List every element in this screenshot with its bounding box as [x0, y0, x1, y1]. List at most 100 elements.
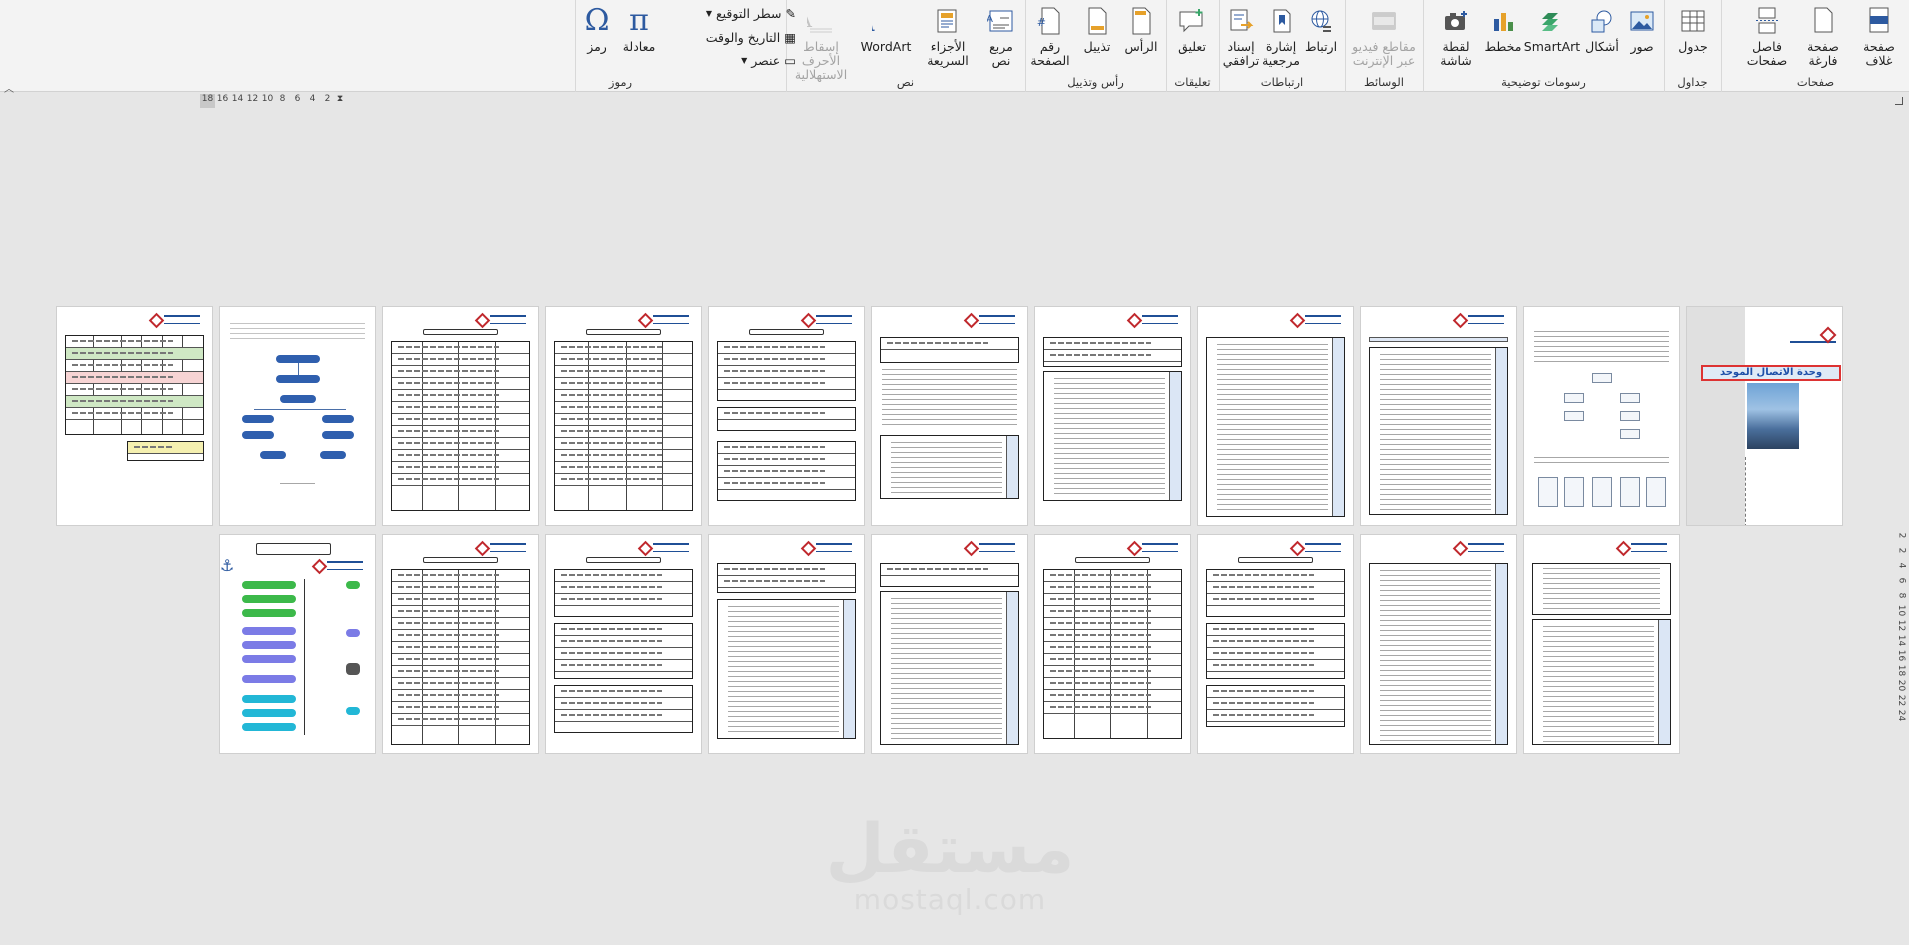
pictures-button[interactable]: صور	[1625, 4, 1659, 54]
footer-icon	[1080, 4, 1114, 38]
footer-button[interactable]: تذييل	[1077, 4, 1117, 54]
document-page[interactable]	[1360, 534, 1517, 754]
symbol-button[interactable]: Ω رمز	[577, 4, 617, 54]
company-logo	[1142, 543, 1178, 552]
page-text-block	[882, 369, 1017, 429]
collapse-ribbon-icon[interactable]: ︿	[4, 80, 14, 95]
org-chart-box	[1646, 477, 1666, 507]
online-video-button[interactable]: مقاطع فيديو عبر الإنترنت	[1350, 4, 1418, 68]
link-button[interactable]: ارتباط	[1302, 4, 1340, 54]
document-page-cover[interactable]: وحدة الاتصال الموحد	[1686, 306, 1843, 526]
vertical-ruler[interactable]: 2 2 4 6 8 10 12 14 16 18 20 22 24	[1895, 530, 1907, 722]
procedure-table	[1206, 623, 1345, 679]
indent-marker-icon[interactable]: ⧗	[335, 94, 345, 108]
procedure-table	[1369, 563, 1508, 745]
cover-page-button[interactable]: صفحة غلاف	[1853, 4, 1905, 68]
table-side-header	[1495, 348, 1507, 514]
document-page[interactable]	[1197, 534, 1354, 754]
procedure-table	[1206, 337, 1345, 517]
ruler-tick: 12	[246, 94, 259, 104]
company-logo	[816, 315, 852, 324]
document-page[interactable]	[382, 534, 539, 754]
page-header	[721, 543, 852, 553]
drop-cap-button[interactable]: A إسقاط الأحرف الاستهلالية	[788, 4, 854, 82]
table-button[interactable]: جدول	[1670, 4, 1716, 54]
horizontal-ruler[interactable]: 18 16 14 12 10 8 6 4 2 ⧗	[200, 94, 345, 108]
document-page[interactable]	[545, 534, 702, 754]
blank-page-button[interactable]: صفحة فارغة	[1797, 4, 1849, 68]
document-page[interactable]	[545, 306, 702, 526]
camera-icon	[1439, 4, 1473, 38]
watermark-latin: mostaql.com	[853, 883, 1047, 916]
cross-reference-icon	[1224, 4, 1258, 38]
page-number-button[interactable]: # رقم الصفحة	[1027, 4, 1073, 68]
document-page[interactable]	[708, 534, 865, 754]
screenshot-button[interactable]: لقطة شاشة	[1431, 4, 1481, 68]
header-button[interactable]: الرأس	[1121, 4, 1161, 54]
object-button[interactable]: ▭ عنصر ▼	[741, 53, 796, 68]
text-box-button[interactable]: A مربع نص	[982, 4, 1020, 68]
comment-button[interactable]: تعليق	[1170, 4, 1214, 54]
company-logo	[1305, 315, 1341, 324]
anchor-icon[interactable]: ⚓	[220, 556, 234, 575]
document-page[interactable]	[708, 306, 865, 526]
document-page[interactable]	[871, 306, 1028, 526]
date-time-button[interactable]: ▦ التاريخ والوقت	[706, 30, 796, 45]
insert-ribbon: صفحة غلاف صفحة فارغة فاصل صفحات صفحات جد…	[0, 0, 1909, 95]
wordart-button[interactable]: A WordArt	[858, 4, 914, 54]
page-title-box	[423, 557, 498, 563]
page-title-box	[1238, 557, 1313, 563]
process-step	[346, 707, 360, 715]
equation-button[interactable]: π معادلة	[617, 4, 661, 54]
ruler-tick: 18	[1896, 664, 1907, 677]
page-title-box	[1075, 557, 1150, 563]
smartart-icon	[1535, 4, 1569, 38]
process-step	[242, 627, 296, 635]
document-page-matrix[interactable]	[56, 306, 213, 526]
text-box-icon: A	[984, 4, 1018, 38]
bookmark-button[interactable]: إشارة مرجعية	[1262, 4, 1300, 68]
procedure-table	[1369, 347, 1508, 515]
ruler-tick: 14	[1896, 634, 1907, 647]
org-chart-box	[1620, 477, 1640, 507]
table-side-header	[843, 600, 855, 738]
ruler-toggle-icon[interactable]	[1895, 97, 1903, 105]
group-tables: جدول جداول	[1664, 0, 1720, 92]
document-page[interactable]	[1360, 306, 1517, 526]
document-page[interactable]	[1197, 306, 1354, 526]
ruler-tick: 22	[1896, 694, 1907, 707]
group-comments: تعليق تعليقات	[1166, 0, 1218, 92]
building-photo	[1747, 383, 1799, 449]
procedure-table	[717, 441, 856, 501]
group-label-links: ارتباطات	[1260, 75, 1304, 89]
document-page[interactable]	[1523, 534, 1680, 754]
company-logo	[327, 561, 363, 570]
page-title-box	[749, 329, 824, 335]
chart-icon	[1486, 4, 1520, 38]
shapes-button[interactable]: أشكال	[1583, 4, 1621, 54]
cover-page-icon	[1862, 4, 1896, 38]
chart-button[interactable]: مخطط	[1485, 4, 1521, 54]
smartart-button[interactable]: SmartArt	[1524, 4, 1580, 54]
drop-cap-icon: A	[804, 4, 838, 38]
document-page-flowchart[interactable]	[219, 306, 376, 526]
group-label-media: الوسائط	[1364, 75, 1404, 89]
cross-reference-button[interactable]: إسناد ترافقي	[1222, 4, 1260, 68]
company-logo	[1468, 315, 1504, 324]
wordart-icon: A	[869, 4, 903, 38]
document-page[interactable]	[1034, 306, 1191, 526]
document-page[interactable]	[1523, 306, 1680, 526]
table-side-header	[1006, 436, 1018, 498]
document-page[interactable]	[871, 534, 1028, 754]
process-step	[242, 695, 296, 703]
page-break-button[interactable]: فاصل صفحات	[1741, 4, 1793, 68]
ruler-tick: 6	[294, 94, 301, 104]
signature-line-button[interactable]: ✎ سطر التوقيع ▼	[706, 6, 796, 21]
document-page-process-flow[interactable]	[219, 534, 376, 754]
page-header	[1536, 543, 1667, 553]
document-page[interactable]	[1034, 534, 1191, 754]
quick-parts-button[interactable]: الأجزاء السريعة	[918, 4, 978, 68]
document-page[interactable]	[382, 306, 539, 526]
procedure-table	[1043, 371, 1182, 501]
calendar-icon: ▦	[784, 30, 796, 45]
